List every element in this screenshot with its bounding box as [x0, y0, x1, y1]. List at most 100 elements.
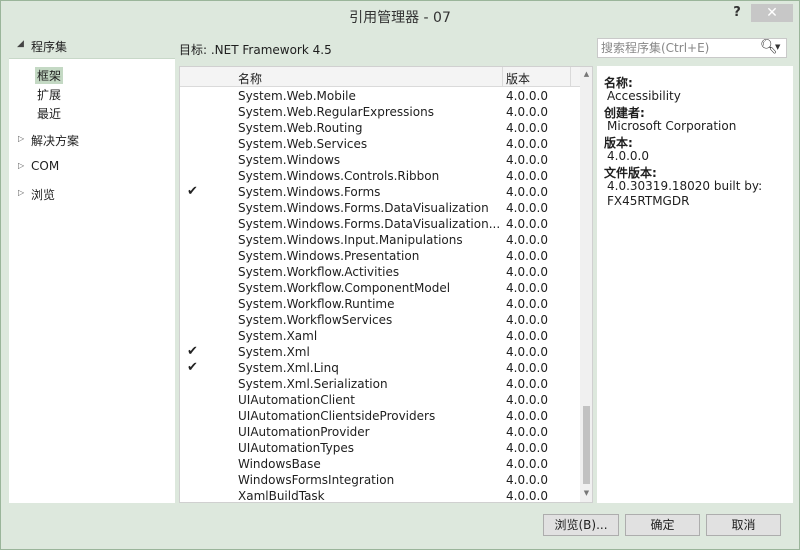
table-row[interactable]: System.Windows 4.0.0.0 — [180, 152, 580, 168]
assembly-name: System.Windows.Forms.DataVisualization — [238, 201, 489, 215]
scroll-up-icon[interactable]: ▲ — [580, 70, 592, 78]
assembly-name: WindowsBase — [238, 457, 321, 471]
browse-button[interactable]: 浏览(B)... — [543, 514, 619, 536]
checkbox-unchecked[interactable] — [187, 89, 200, 102]
checkbox-unchecked[interactable] — [187, 329, 200, 342]
tree-item-label: 扩展 — [37, 88, 62, 102]
checkbox-unchecked[interactable] — [187, 489, 200, 502]
assembly-version: 4.0.0.0 — [506, 329, 548, 343]
checkbox-unchecked[interactable] — [187, 377, 200, 390]
table-row[interactable]: ✔ System.Windows.Forms 4.0.0.0 — [180, 184, 580, 200]
column-header-version[interactable]: 版本 — [506, 70, 530, 87]
table-row[interactable]: ✔ System.Xml.Linq 4.0.0.0 — [180, 360, 580, 376]
assembly-name: System.Workflow.Runtime — [238, 297, 395, 311]
table-row[interactable]: WindowsFormsIntegration 4.0.0.0 — [180, 472, 580, 488]
checkbox-unchecked[interactable] — [187, 201, 200, 214]
close-button[interactable]: ✕ — [751, 4, 793, 22]
table-row[interactable]: System.Xaml 4.0.0.0 — [180, 328, 580, 344]
assembly-name: System.Windows.Input.Manipulations — [238, 233, 463, 247]
table-row[interactable]: WindowsBase 4.0.0.0 — [180, 456, 580, 472]
tree-item-browse[interactable]: ▷ 浏览 — [9, 180, 175, 207]
table-row[interactable]: System.Windows.Forms.DataVisualization..… — [180, 216, 580, 232]
expanded-arrow-icon: ◢ — [17, 39, 24, 49]
table-row[interactable]: System.Web.RegularExpressions 4.0.0.0 — [180, 104, 580, 120]
table-row[interactable]: XamlBuildTask 4.0.0.0 — [180, 488, 580, 502]
category-tree: ◢ 程序集 框架 扩展 最近 ▷ 解决方案 ▷ COM ▷ 浏览 — [9, 33, 175, 503]
checkbox-unchecked[interactable] — [187, 473, 200, 486]
assembly-name: UIAutomationProvider — [238, 425, 370, 439]
cancel-button[interactable]: 取消 — [706, 514, 781, 536]
search-box[interactable]: 🔍︎ ▼ — [597, 38, 787, 58]
tree-item-extensions[interactable]: 扩展 — [9, 84, 175, 103]
table-row[interactable]: System.Web.Mobile 4.0.0.0 — [180, 88, 580, 104]
assembly-list: 名称 版本 System.Web.Mobile 4.0.0.0 System.Web… — [179, 66, 593, 503]
table-row[interactable]: System.Windows.Presentation 4.0.0.0 — [180, 248, 580, 264]
assembly-name: System.Workflow.Activities — [238, 265, 400, 279]
table-row[interactable]: System.Web.Routing 4.0.0.0 — [180, 120, 580, 136]
table-row[interactable]: UIAutomationClientsideProviders 4.0.0.0 — [180, 408, 580, 424]
assembly-version: 4.0.0.0 — [506, 217, 548, 231]
table-row[interactable]: System.Windows.Input.Manipulations 4.0.0.… — [180, 232, 580, 248]
column-divider[interactable] — [570, 67, 571, 87]
table-row[interactable]: System.Xml.Serialization 4.0.0.0 — [180, 376, 580, 392]
checkbox-unchecked[interactable] — [187, 249, 200, 262]
table-row[interactable]: System.Web.Services 4.0.0.0 — [180, 136, 580, 152]
search-input[interactable] — [601, 40, 756, 56]
checkbox-unchecked[interactable] — [187, 297, 200, 310]
table-row[interactable]: ✔ System.Xml 4.0.0.0 — [180, 344, 580, 360]
scroll-down-icon[interactable]: ▼ — [580, 489, 592, 497]
table-row[interactable]: UIAutomationClient 4.0.0.0 — [180, 392, 580, 408]
tree-item-assemblies[interactable]: ◢ 程序集 — [9, 33, 175, 59]
column-header-name[interactable]: 名称 — [238, 70, 262, 87]
assembly-version: 4.0.0.0 — [506, 185, 548, 199]
tree-item-framework[interactable]: 框架 — [9, 65, 175, 84]
table-row[interactable]: System.WorkflowServices 4.0.0.0 — [180, 312, 580, 328]
checkbox-unchecked[interactable] — [187, 169, 200, 182]
tree-item-com[interactable]: ▷ COM — [9, 153, 175, 180]
assembly-name: System.Web.Routing — [238, 121, 363, 135]
table-row[interactable]: UIAutomationProvider 4.0.0.0 — [180, 424, 580, 440]
assembly-version: 4.0.0.0 — [506, 473, 548, 487]
table-row[interactable]: UIAutomationTypes 4.0.0.0 — [180, 440, 580, 456]
checkbox-unchecked[interactable] — [187, 121, 200, 134]
scrollbar-thumb[interactable] — [583, 406, 590, 484]
checkbox-unchecked[interactable] — [187, 409, 200, 422]
tree-item-recent[interactable]: 最近 — [9, 103, 175, 122]
table-row[interactable]: System.Windows.Controls.Ribbon 4.0.0.0 — [180, 168, 580, 184]
assembly-name: System.Xaml — [238, 329, 318, 343]
tree-item-solution[interactable]: ▷ 解决方案 — [9, 126, 175, 153]
table-row[interactable]: System.Workflow.Runtime 4.0.0.0 — [180, 296, 580, 312]
chevron-down-icon[interactable]: ▼ — [775, 43, 780, 51]
help-button[interactable]: ? — [725, 4, 749, 22]
checkbox-checked-icon[interactable]: ✔ — [187, 361, 200, 374]
checkbox-unchecked[interactable] — [187, 393, 200, 406]
checkbox-unchecked[interactable] — [187, 265, 200, 278]
list-rows: System.Web.Mobile 4.0.0.0 System.Web.Regul… — [180, 88, 580, 502]
detail-name-value: Accessibility — [607, 89, 681, 103]
vertical-scrollbar[interactable]: ▲ ▼ — [580, 67, 592, 502]
assembly-version: 4.0.0.0 — [506, 441, 548, 455]
table-row[interactable]: System.Workflow.Activities 4.0.0.0 — [180, 264, 580, 280]
assembly-version: 4.0.0.0 — [506, 153, 548, 167]
checkbox-checked-icon[interactable]: ✔ — [187, 345, 200, 358]
checkbox-unchecked[interactable] — [187, 153, 200, 166]
checkbox-checked-icon[interactable]: ✔ — [187, 185, 200, 198]
assembly-version: 4.0.0.0 — [506, 265, 548, 279]
assembly-version: 4.0.0.0 — [506, 105, 548, 119]
checkbox-unchecked[interactable] — [187, 137, 200, 150]
checkbox-unchecked[interactable] — [187, 217, 200, 230]
checkbox-unchecked[interactable] — [187, 313, 200, 326]
table-row[interactable]: System.Windows.Forms.DataVisualization 4.… — [180, 200, 580, 216]
assembly-name: System.Windows.Forms — [238, 185, 381, 199]
ok-button[interactable]: 确定 — [625, 514, 700, 536]
checkbox-unchecked[interactable] — [187, 457, 200, 470]
tree-item-label: 解决方案 — [31, 134, 80, 148]
checkbox-unchecked[interactable] — [187, 233, 200, 246]
checkbox-unchecked[interactable] — [187, 105, 200, 118]
table-row[interactable]: System.Workflow.ComponentModel 4.0.0.0 — [180, 280, 580, 296]
checkbox-unchecked[interactable] — [187, 425, 200, 438]
checkbox-unchecked[interactable] — [187, 441, 200, 454]
checkbox-unchecked[interactable] — [187, 281, 200, 294]
assembly-version: 4.0.0.0 — [506, 169, 548, 183]
column-divider[interactable] — [502, 67, 503, 87]
